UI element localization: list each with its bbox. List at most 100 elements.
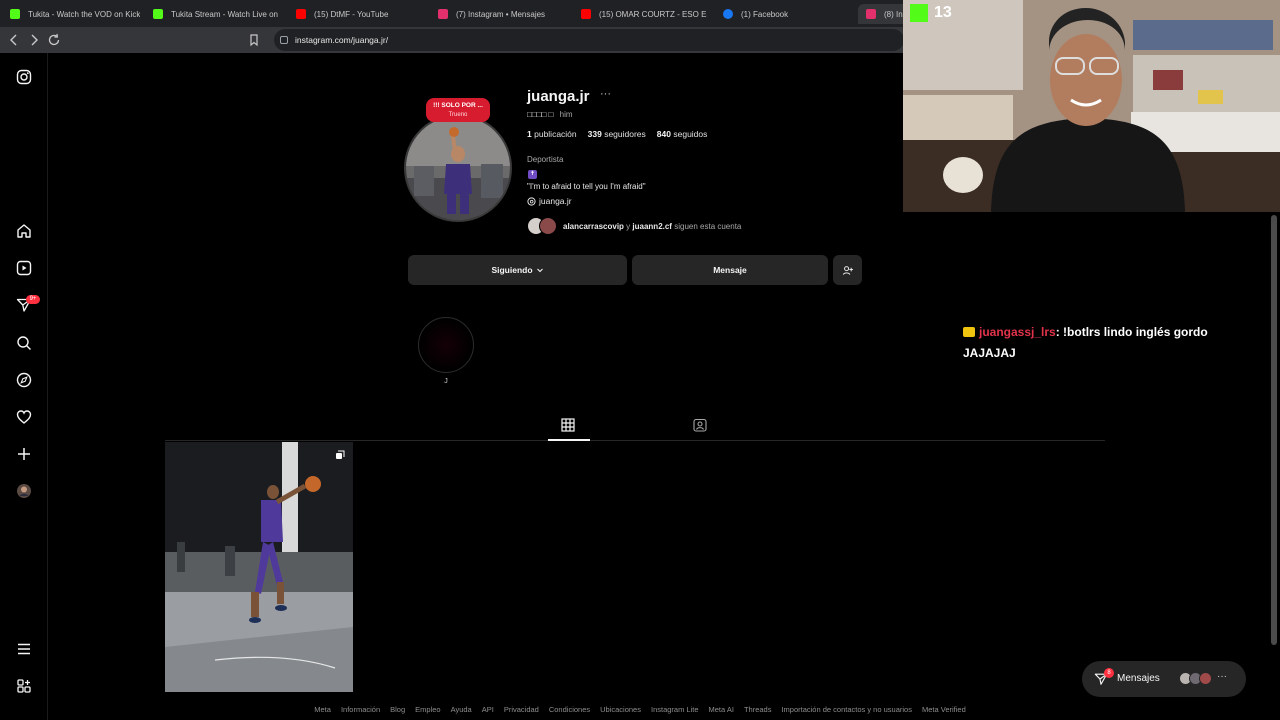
messages-unread-count: 8: [1104, 668, 1114, 678]
tab-posts[interactable]: [561, 418, 577, 434]
tab-tagged[interactable]: [693, 418, 709, 434]
bio-cross-emoji: ✝: [528, 170, 537, 179]
threads-icon: [527, 196, 536, 206]
footer-link[interactable]: Información: [341, 705, 380, 717]
reload-button[interactable]: [46, 32, 62, 48]
footer-link[interactable]: Meta: [314, 705, 331, 717]
tab-active-indicator: [548, 439, 590, 441]
page-scrollbar[interactable]: [1271, 215, 1277, 645]
back-button[interactable]: [6, 32, 22, 48]
messages-label: Mensajes: [1117, 673, 1160, 684]
youtube-favicon-icon: [581, 9, 591, 19]
heart-icon: [16, 410, 32, 424]
footer-link[interactable]: Empleo: [415, 705, 440, 717]
kick-favicon-icon: [10, 9, 20, 19]
followed-joiner: y: [626, 221, 631, 231]
profile-pronouns: him: [559, 110, 573, 119]
nav-notifications[interactable]: [14, 407, 34, 427]
chat-username: juangassj_lrs: [979, 325, 1056, 339]
footer-link[interactable]: Meta AI: [709, 705, 734, 717]
profile-options-button[interactable]: ···: [600, 88, 611, 100]
message-button[interactable]: Mensaje: [632, 255, 828, 285]
carousel-icon: [336, 450, 345, 459]
story-highlight[interactable]: [418, 317, 474, 373]
nav-profile[interactable]: [14, 481, 34, 501]
instagram-favicon-icon: [438, 9, 448, 19]
nav-reels[interactable]: [14, 258, 34, 278]
nav-explore[interactable]: [14, 370, 34, 390]
chevron-down-icon: [536, 268, 543, 273]
apps-grid-icon: [17, 679, 31, 693]
note-text: !!! SOLO POR ...: [433, 102, 483, 109]
following-label: seguidos: [673, 129, 708, 139]
following-button-label: Siguiendo: [491, 265, 533, 275]
followed-by-row[interactable]: alancarrascovip y juaann2.cf siguen esta…: [527, 216, 741, 236]
youtube-favicon-icon: [296, 9, 306, 19]
profile-note-bubble[interactable]: !!! SOLO POR ... Trueno: [426, 98, 490, 122]
suggested-users-button[interactable]: [833, 255, 862, 285]
followers-stat-link[interactable]: 339 seguidores: [588, 129, 646, 139]
conversation-avatar: [1199, 672, 1212, 685]
nav-more-menu[interactable]: [14, 639, 34, 659]
streamer-webcam: [903, 0, 1280, 212]
threads-link[interactable]: juanga.jr: [527, 196, 572, 206]
grid-icon: [561, 418, 575, 432]
more-options-icon: ···: [1217, 671, 1227, 682]
browser-tab-youtube-dtmf[interactable]: (15) DtMF - YouTube: [296, 4, 426, 24]
following-stat-link[interactable]: 840 seguidos: [657, 129, 708, 139]
stream-counter: 13: [934, 4, 952, 21]
forward-button[interactable]: [26, 32, 42, 48]
footer-link[interactable]: Importación de contactos y no usuarios: [781, 705, 912, 717]
bookmark-button[interactable]: [246, 32, 262, 48]
followed-user-1: alancarrascovip: [563, 221, 624, 231]
nav-search[interactable]: [14, 333, 34, 353]
threads-handle: juanga.jr: [539, 196, 572, 206]
footer-link[interactable]: Meta Verified: [922, 705, 966, 717]
url-text: instagram.com/juanga.jr/: [295, 35, 389, 45]
nav-also-from-meta[interactable]: [14, 676, 34, 696]
tab-label: (1) Facebook: [741, 9, 789, 19]
tab-label: Tukita Stream - Watch Live on: [171, 9, 278, 19]
instagram-logo-button[interactable]: [14, 67, 34, 87]
crown-badge-icon: [963, 327, 975, 337]
stream-counter-overlay: 13: [910, 4, 952, 22]
webcam-feed: [903, 0, 1280, 212]
profile-tabs-divider: [165, 440, 1105, 441]
followers-label: seguidores: [604, 129, 646, 139]
browser-tab-instagram-messages[interactable]: (7) Instagram • Mensajes: [438, 4, 568, 24]
footer-link[interactable]: Privacidad: [504, 705, 539, 717]
profile-full-name: □□□□ □: [527, 110, 554, 119]
post-thumbnail[interactable]: [165, 442, 353, 692]
site-info-icon[interactable]: [280, 36, 288, 44]
footer-link[interactable]: Condiciones: [549, 705, 590, 717]
nav-create[interactable]: [14, 444, 34, 464]
footer-link[interactable]: API: [482, 705, 494, 717]
chevron-left-icon: [10, 34, 17, 46]
footer-link[interactable]: Ubicaciones: [600, 705, 641, 717]
browser-tab-kick-live[interactable]: Tukita Stream - Watch Live on: [153, 4, 279, 24]
browser-tab-facebook[interactable]: (1) Facebook: [723, 4, 843, 24]
footer-link[interactable]: Threads: [744, 705, 772, 717]
reload-icon: [48, 33, 60, 46]
browser-tab-kick-vod[interactable]: Tukita - Watch the VOD on Kick: [10, 4, 140, 24]
messages-floating-button[interactable]: 8 Mensajes ···: [1082, 661, 1246, 697]
nav-home[interactable]: [14, 221, 34, 241]
address-bar[interactable]: instagram.com/juanga.jr/: [274, 29, 904, 51]
browser-tab-youtube-omar[interactable]: (15) OMAR COURTZ - ESO ES U: [581, 4, 707, 24]
posts-label: publicación: [534, 129, 577, 139]
instagram-logo-icon: [16, 69, 32, 85]
page-footer: Meta Información Blog Empleo Ayuda API P…: [0, 705, 1280, 717]
footer-link[interactable]: Instagram Lite: [651, 705, 699, 717]
followed-by-text: alancarrascovip y juaann2.cf siguen esta…: [563, 222, 741, 231]
home-icon: [17, 224, 31, 238]
profile-avatar-image[interactable]: [404, 114, 512, 222]
plus-icon: [18, 448, 30, 460]
footer-link[interactable]: Blog: [390, 705, 405, 717]
footer-link[interactable]: Ayuda: [451, 705, 472, 717]
profile-photo: [406, 116, 510, 220]
following-button[interactable]: Siguiendo: [408, 255, 627, 285]
following-count: 840: [656, 129, 671, 139]
post-photo: [165, 442, 353, 692]
profile-username: juanga.jr: [527, 88, 590, 105]
instagram-sidebar: 9+: [0, 53, 48, 720]
